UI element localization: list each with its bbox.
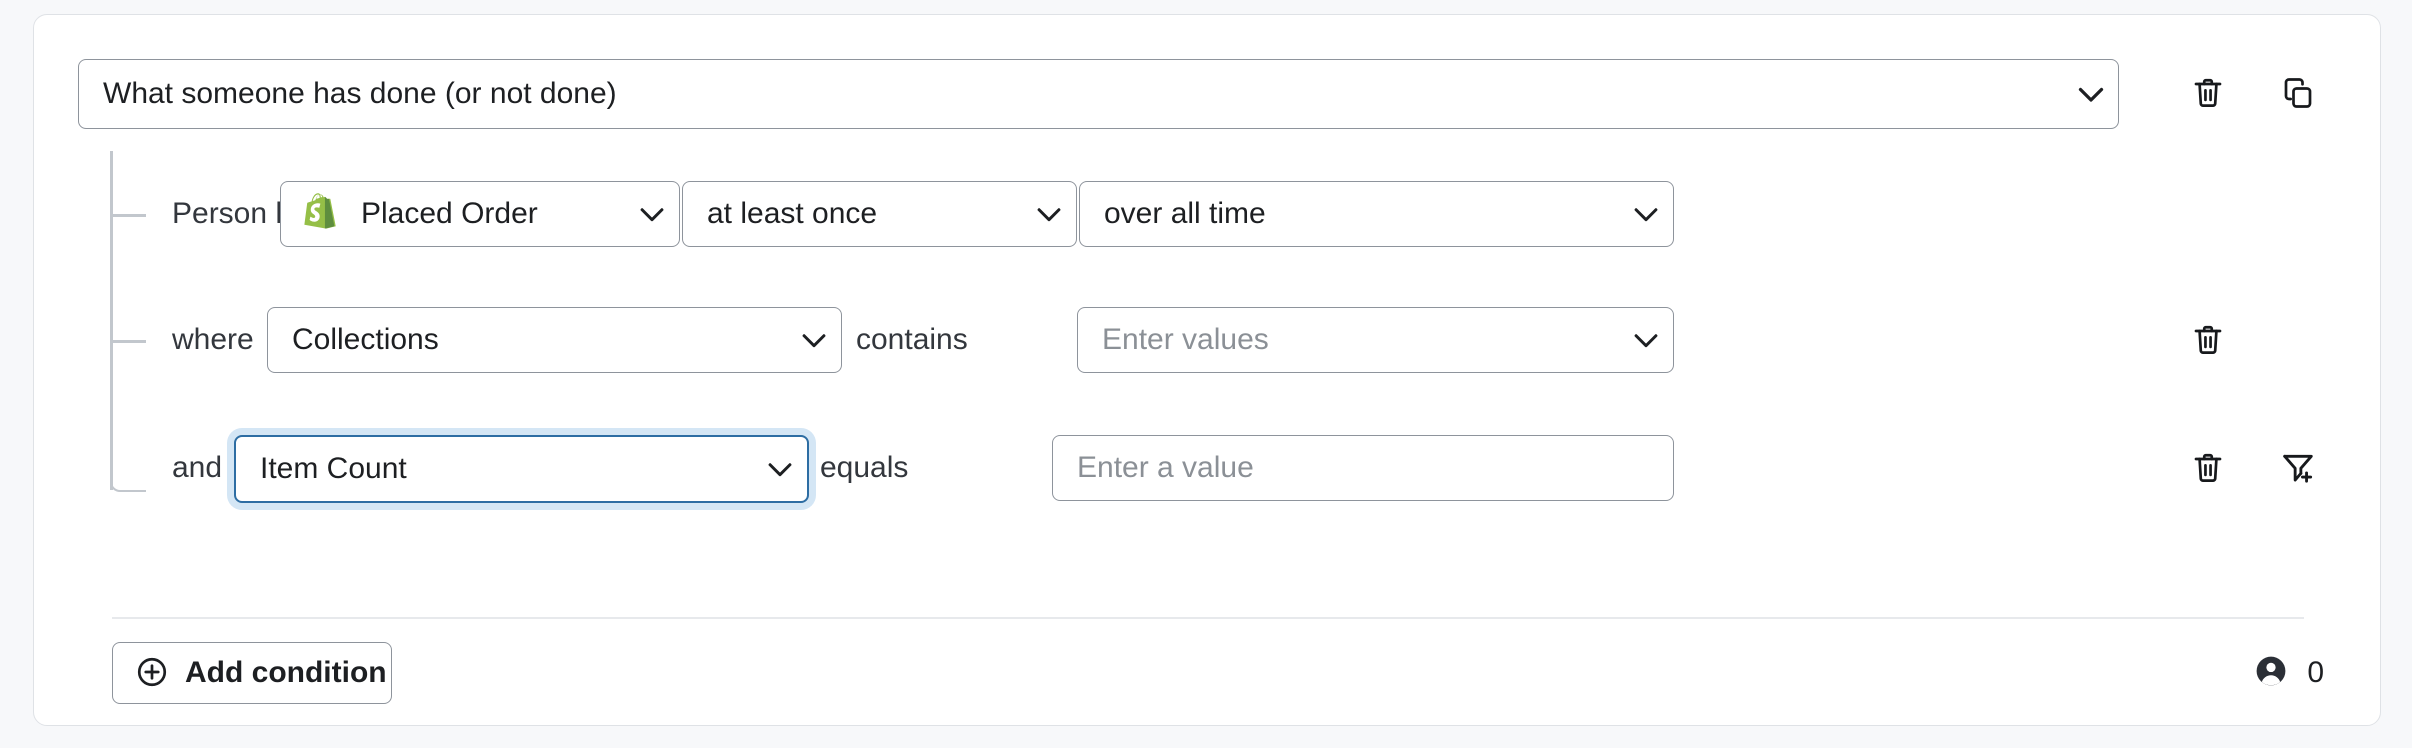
chevron-down-icon [1619,323,1673,357]
and-value-placeholder: Enter a value [1053,451,1673,485]
timeframe-dropdown-value: over all time [1080,197,1619,231]
tree-branch-row-2 [112,340,146,343]
frequency-dropdown[interactable]: at least once [682,181,1077,247]
frequency-dropdown-value: at least once [683,197,1022,231]
metric-dropdown[interactable]: Placed Order [280,181,680,247]
trash-icon [2190,322,2226,358]
chevron-down-icon [625,197,679,231]
where-dimension-value: Collections [268,323,787,357]
chevron-down-icon [1619,197,1673,231]
duplicate-trigger-button[interactable] [2272,67,2324,119]
delete-trigger-button[interactable] [2182,67,2234,119]
and-dimension-value: Item Count [236,452,753,486]
delete-row-3-button[interactable] [2182,442,2234,494]
add-condition-label: Add condition [185,656,387,690]
copy-icon [2280,75,2316,111]
chevron-down-icon [787,323,841,357]
delete-row-2-button[interactable] [2182,314,2234,366]
metric-dropdown-value: Placed Order [343,197,625,231]
tree-branch-row-3 [110,470,146,492]
chevron-down-icon [2064,76,2118,112]
where-operator-label: contains [856,307,968,373]
where-value-input[interactable]: Enter values [1077,307,1674,373]
timeframe-dropdown[interactable]: over all time [1079,181,1674,247]
tree-branch-row-1 [112,214,146,217]
trash-icon [2190,75,2226,111]
row-3-prefix-label: and [172,435,222,501]
and-operator-label: equals [820,435,908,501]
plus-circle-icon [135,655,169,692]
add-condition-button[interactable]: Add condition [112,642,392,704]
row-2-prefix-label: where [172,307,254,373]
chevron-down-icon [1022,197,1076,231]
chevron-down-icon [753,452,807,486]
tree-vertical-line [110,151,113,490]
condition-card: What someone has done (or not done) [33,14,2381,726]
trigger-dropdown-value: What someone has done (or not done) [79,77,2064,111]
and-dimension-dropdown[interactable]: Item Count [234,435,809,503]
where-value-placeholder: Enter values [1078,323,1619,357]
trash-icon [2190,450,2226,486]
audience-count-value: 0 [2307,656,2324,690]
footer-divider [112,617,2304,619]
add-filter-button[interactable] [2272,442,2324,494]
trigger-dropdown[interactable]: What someone has done (or not done) [78,59,2119,129]
audience-counter: 0 [2253,647,2324,699]
where-dimension-dropdown[interactable]: Collections [267,307,842,373]
filter-plus-icon [2279,449,2317,487]
and-value-input[interactable]: Enter a value [1052,435,1674,501]
shopify-icon [303,192,343,236]
person-icon [2253,653,2289,694]
